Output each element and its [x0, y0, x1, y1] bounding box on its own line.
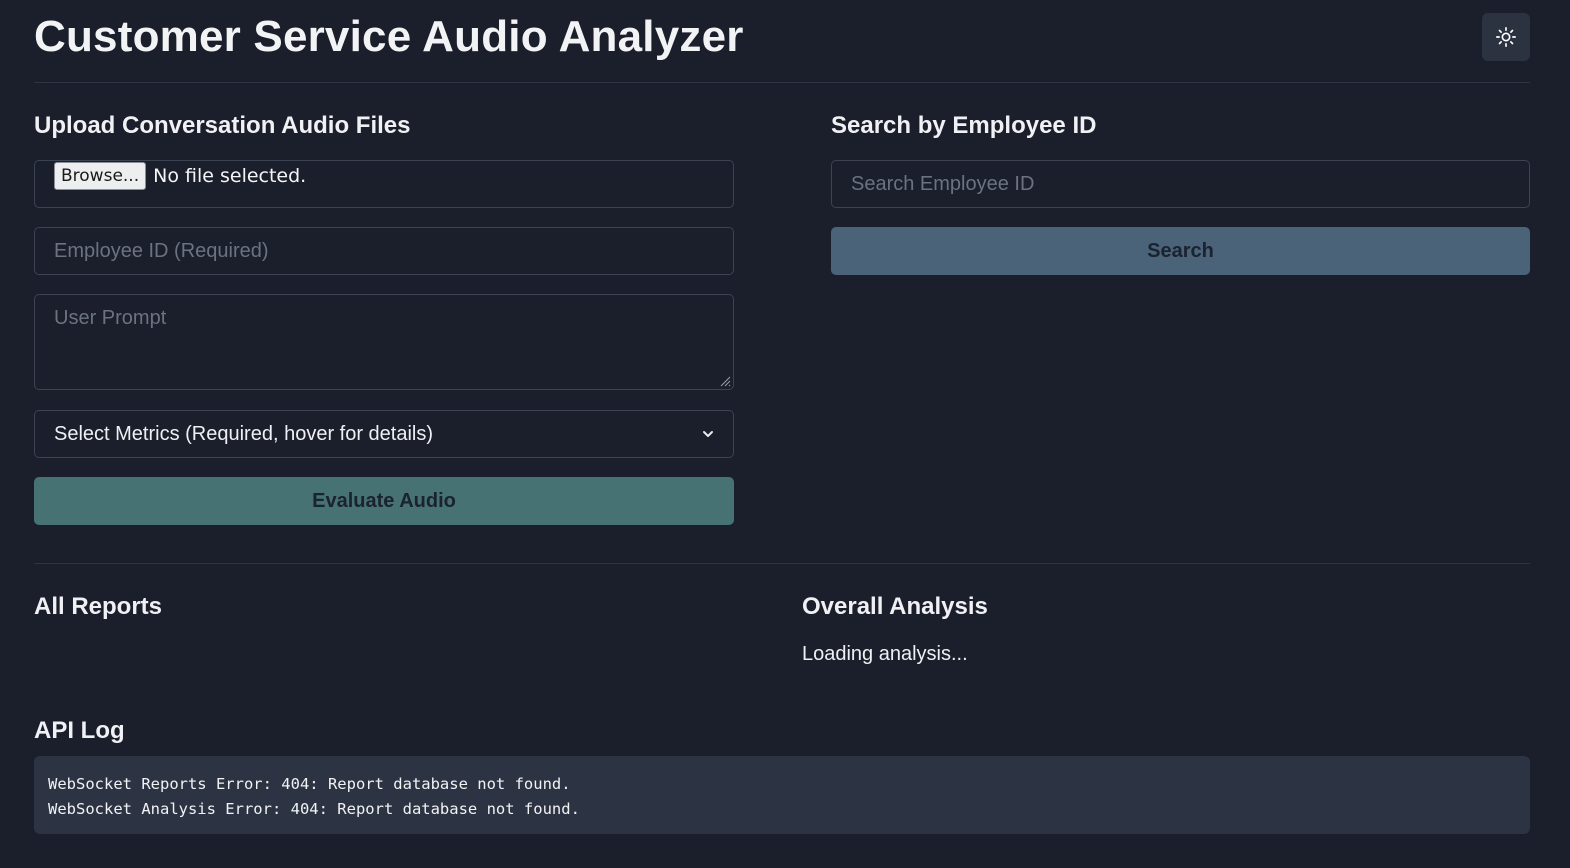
app-page: Customer Service Audio Analyzer Upload C…	[0, 0, 1570, 868]
chevron-down-icon	[703, 431, 713, 437]
evaluate-audio-button[interactable]: Evaluate Audio	[34, 477, 734, 525]
employee-id-input[interactable]	[35, 228, 733, 274]
search-employee-id-input[interactable]	[832, 161, 1529, 207]
file-upload-field[interactable]: Browse... No file selected.	[34, 160, 734, 208]
overall-analysis-heading: Overall Analysis	[802, 593, 988, 620]
log-line: WebSocket Analysis Error: 404: Report da…	[48, 800, 580, 818]
file-status-text: No file selected.	[153, 165, 307, 187]
browse-button[interactable]: Browse...	[54, 162, 147, 190]
resize-grip-icon[interactable]	[719, 375, 731, 387]
sun-icon	[1496, 27, 1516, 47]
api-log-heading: API Log	[34, 717, 125, 744]
employee-id-field-wrapper	[34, 227, 734, 275]
user-prompt-field-wrapper	[34, 294, 734, 390]
metrics-select[interactable]: Select Metrics (Required, hover for deta…	[34, 410, 734, 458]
section-divider	[34, 563, 1530, 564]
search-button[interactable]: Search	[831, 227, 1530, 275]
all-reports-heading: All Reports	[34, 593, 163, 620]
upload-heading: Upload Conversation Audio Files	[34, 112, 411, 139]
theme-toggle-button[interactable]	[1482, 13, 1530, 61]
search-heading: Search by Employee ID	[831, 112, 1097, 139]
analysis-status-text: Loading analysis...	[802, 643, 968, 665]
user-prompt-textarea[interactable]	[35, 295, 733, 389]
metrics-select-label: Select Metrics (Required, hover for deta…	[54, 422, 434, 445]
search-field-wrapper	[831, 160, 1530, 208]
log-line: WebSocket Reports Error: 404: Report dat…	[48, 775, 571, 793]
header-divider	[34, 82, 1530, 83]
api-log-panel: WebSocket Reports Error: 404: Report dat…	[34, 756, 1530, 834]
page-title: Customer Service Audio Analyzer	[34, 12, 744, 61]
